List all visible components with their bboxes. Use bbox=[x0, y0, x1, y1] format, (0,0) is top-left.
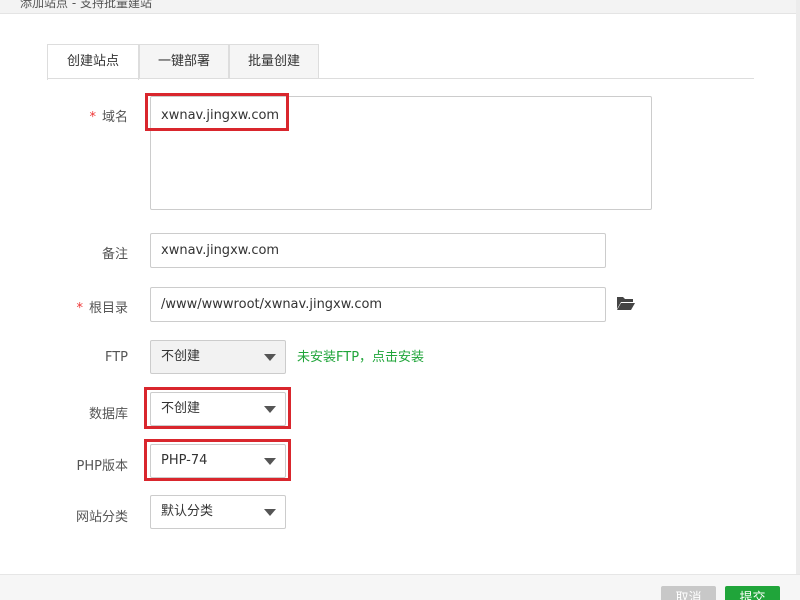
database-select[interactable]: 不创建 bbox=[150, 392, 286, 426]
folder-open-icon[interactable] bbox=[616, 295, 636, 311]
domain-label: * 域名 bbox=[89, 106, 128, 125]
category-select-value: 默认分类 bbox=[161, 504, 214, 519]
chevron-down-icon bbox=[264, 406, 276, 413]
tab-label: 批量创建 bbox=[247, 54, 300, 69]
dialog-titlebar: 添加站点 - 支持批量建站 bbox=[0, 0, 800, 14]
php-label: PHP版本 bbox=[76, 459, 128, 474]
tab-divider bbox=[47, 78, 754, 79]
remark-input[interactable] bbox=[150, 233, 606, 268]
chevron-down-icon bbox=[264, 354, 276, 361]
php-version-value: PHP-74 bbox=[161, 453, 208, 468]
root-label-text: 根目录 bbox=[88, 301, 128, 316]
category-select[interactable]: 默认分类 bbox=[150, 495, 286, 529]
tab-create-site[interactable]: 创建站点 bbox=[47, 44, 139, 80]
php-version-select[interactable]: PHP-74 bbox=[150, 444, 286, 478]
required-mark: * bbox=[89, 110, 96, 125]
database-label: 数据库 bbox=[88, 407, 128, 422]
tab-label: 一键部署 bbox=[157, 54, 210, 69]
domain-label-text: 域名 bbox=[101, 110, 128, 125]
cancel-button[interactable]: 取消 bbox=[661, 586, 716, 600]
database-select-value: 不创建 bbox=[161, 401, 201, 416]
root-label: * 根目录 bbox=[76, 297, 128, 316]
domain-textarea[interactable]: xwnav.jingxw.com bbox=[150, 96, 652, 210]
tab-batch-create[interactable]: 批量创建 bbox=[229, 44, 319, 79]
required-mark: * bbox=[76, 301, 83, 316]
category-label: 网站分类 bbox=[75, 510, 128, 525]
dialog-edge bbox=[796, 0, 800, 600]
chevron-down-icon bbox=[264, 509, 276, 516]
ftp-select[interactable]: 不创建 bbox=[150, 340, 286, 374]
chevron-down-icon bbox=[264, 458, 276, 465]
submit-button[interactable]: 提交 bbox=[725, 586, 780, 600]
ftp-select-value: 不创建 bbox=[161, 349, 201, 364]
tab-one-click-deploy[interactable]: 一键部署 bbox=[139, 44, 229, 79]
tab-label: 创建站点 bbox=[66, 54, 119, 69]
remark-label: 备注 bbox=[101, 247, 128, 262]
root-dir-input[interactable] bbox=[150, 287, 606, 322]
dialog-title: 添加站点 - 支持批量建站 bbox=[20, 0, 152, 10]
install-ftp-link[interactable]: 未安装FTP，点击安装 bbox=[297, 346, 424, 365]
ftp-label: FTP bbox=[104, 350, 128, 365]
